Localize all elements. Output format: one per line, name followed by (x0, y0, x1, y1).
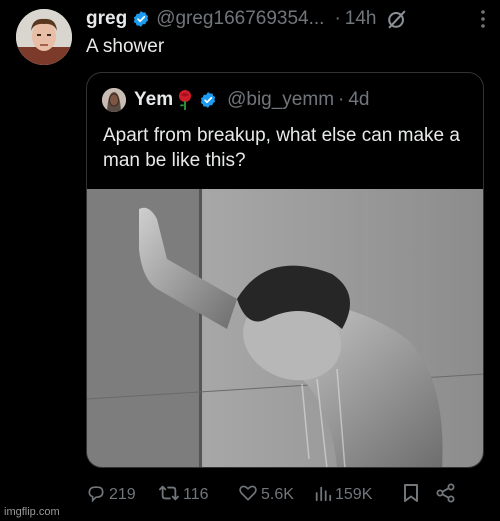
like-button[interactable]: 5.6K (238, 483, 314, 508)
watermark: imgflip.com (4, 506, 60, 518)
bookmark-icon (402, 483, 423, 508)
tweet-header: greg @greg166769354... · 14h (86, 6, 486, 32)
repost-button[interactable]: 116 (158, 483, 238, 508)
quote-header: Yem @big_yemm · 4d (102, 87, 473, 113)
quoted-tweet[interactable]: Yem @big_yemm · 4d Apart from breakup, w… (86, 72, 484, 468)
repost-icon (158, 483, 183, 508)
like-icon (238, 483, 261, 508)
author-handle[interactable]: @greg166769354... (156, 8, 324, 30)
separator-dot: · (334, 8, 341, 29)
quote-author-name[interactable]: Yem (134, 89, 173, 111)
views-button[interactable]: 159K (314, 483, 402, 508)
bookmark-button[interactable] (402, 483, 436, 508)
share-icon (436, 483, 459, 508)
verified-badge-icon (132, 10, 150, 28)
like-count: 5.6K (261, 486, 294, 503)
quote-media-image[interactable] (87, 189, 483, 467)
more-icon[interactable] (480, 9, 486, 29)
author-name[interactable]: greg (86, 8, 127, 30)
reply-count: 219 (109, 486, 136, 503)
author-avatar[interactable] (16, 9, 72, 65)
tweet-text: A shower (86, 36, 165, 57)
quote-avatar[interactable] (102, 88, 126, 112)
views-icon (314, 483, 335, 508)
views-count: 159K (335, 486, 373, 503)
quote-separator-dot: · (338, 89, 345, 110)
repost-count: 116 (183, 486, 209, 503)
quote-verified-badge-icon (199, 91, 217, 109)
tweet-time[interactable]: 14h (345, 8, 377, 30)
rose-emoji-icon (176, 89, 194, 111)
reply-button[interactable]: 219 (86, 483, 158, 508)
quote-text: Apart from breakup, what else can make a… (103, 125, 460, 171)
action-bar: 219 116 5.6K 159K (86, 482, 478, 508)
quote-time[interactable]: 4d (348, 89, 369, 111)
share-button[interactable] (436, 483, 459, 508)
grok-icon[interactable] (386, 8, 408, 30)
reply-icon (86, 483, 109, 508)
quote-author-handle[interactable]: @big_yemm (227, 89, 334, 111)
